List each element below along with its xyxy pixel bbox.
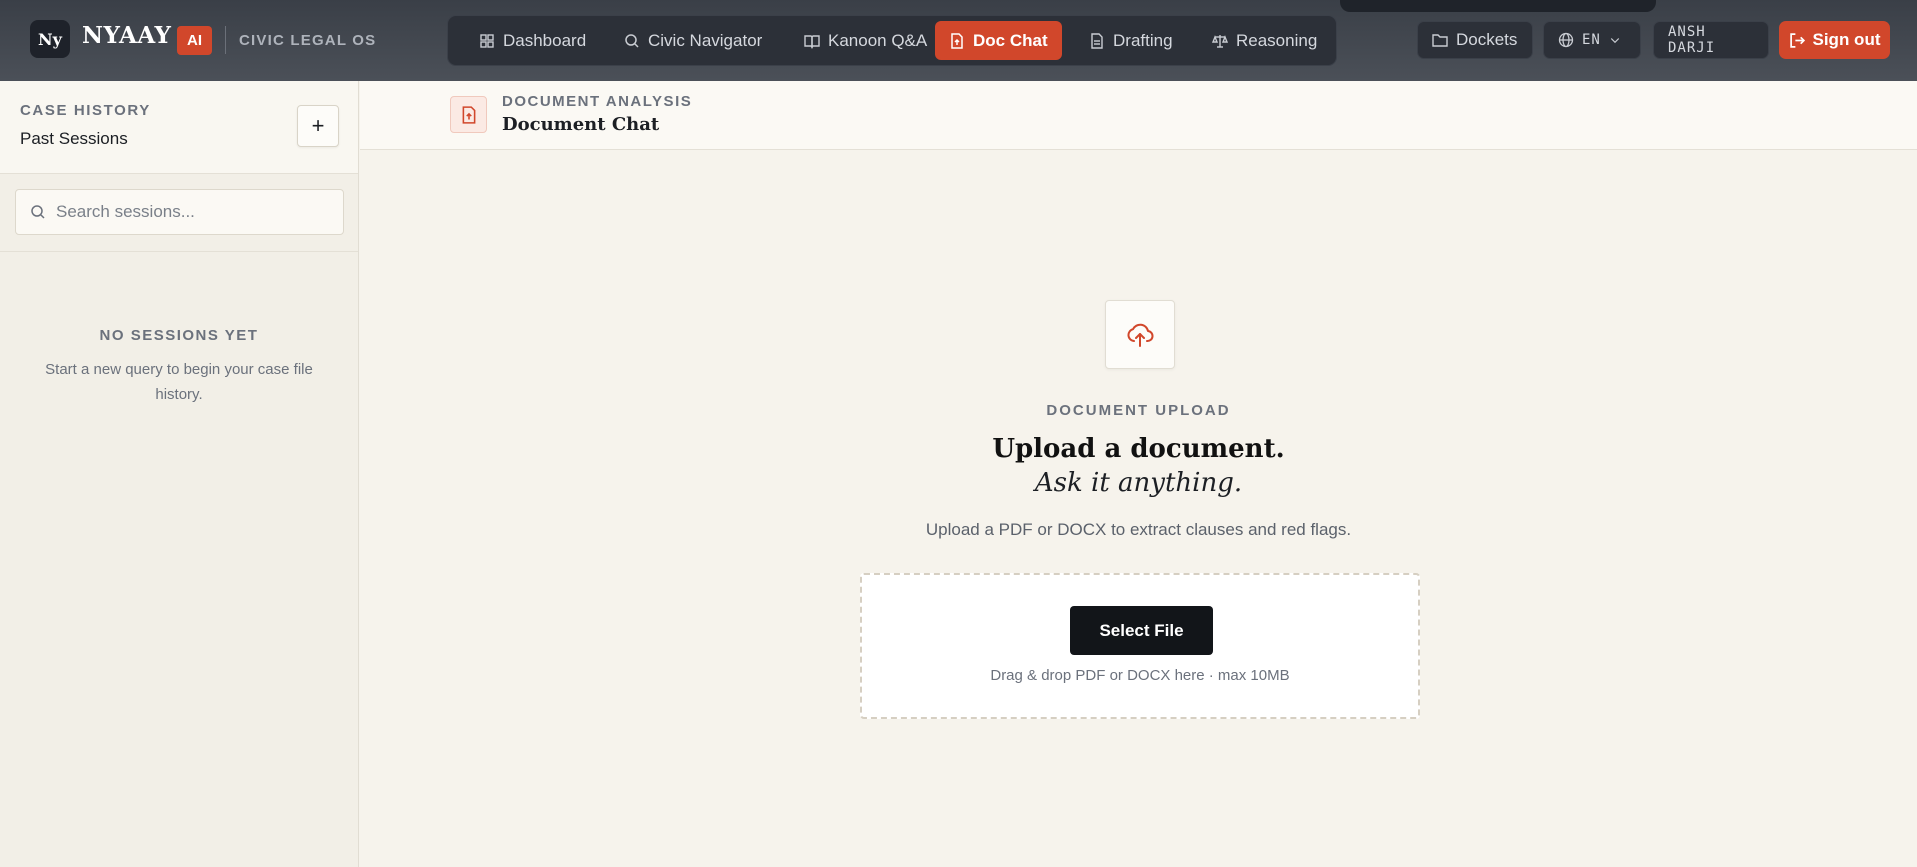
sign-out-icon — [1789, 32, 1805, 48]
globe-icon — [1558, 32, 1574, 48]
cloud-upload-icon — [1127, 323, 1154, 347]
nav-civic-navigator[interactable]: Civic Navigator — [610, 21, 776, 60]
nav-label: Doc Chat — [973, 30, 1048, 50]
language-select[interactable]: EN — [1543, 21, 1641, 59]
nav-kanoon-qa[interactable]: Kanoon Q&A — [790, 21, 941, 60]
brand-name[interactable]: NYAAY — [82, 22, 171, 49]
brand-subtitle: CIVIC LEGAL OS — [239, 32, 377, 49]
nav-label: Dashboard — [503, 30, 587, 50]
sidebar-kicker: CASE HISTORY — [20, 102, 151, 119]
grid-icon — [480, 33, 494, 48]
session-search-input[interactable] — [56, 202, 326, 222]
file-dropzone[interactable]: Select File Drag & drop PDF or DOCX here… — [860, 573, 1420, 719]
chevron-down-icon — [1610, 38, 1620, 44]
upload-kicker: DOCUMENT UPLOAD — [1046, 402, 1231, 419]
nav-label: Drafting — [1113, 30, 1173, 50]
brand-divider — [225, 26, 226, 54]
nav-label: Reasoning — [1236, 30, 1318, 50]
sign-out-label: Sign out — [1812, 30, 1881, 49]
language-value: EN — [1582, 32, 1601, 48]
select-file-button[interactable]: Select File — [1070, 606, 1213, 655]
document-icon — [450, 96, 487, 133]
search-icon — [625, 33, 639, 48]
dockets-button[interactable]: Dockets — [1417, 21, 1533, 59]
dropzone-hint: Drag & drop PDF or DOCX here · max 10MB — [990, 667, 1290, 684]
folder-icon — [1432, 34, 1448, 47]
new-session-button[interactable]: + — [297, 105, 339, 147]
nav-label: Civic Navigator — [648, 30, 763, 50]
scale-icon — [1212, 34, 1228, 48]
nav-dashboard[interactable]: Dashboard — [465, 21, 600, 60]
empty-state-title: NO SESSIONS YET — [99, 327, 259, 344]
file-upload-icon — [462, 105, 475, 124]
file-text-icon — [1091, 32, 1103, 49]
ai-badge: AI — [177, 26, 212, 55]
empty-state-description: Start a new query to begin your case fil… — [45, 361, 313, 403]
file-upload-icon — [951, 32, 963, 49]
main-nav: Dashboard Civic Navigator Kanoon Q&A Doc… — [447, 15, 1337, 66]
user-name: ANSH DARJI — [1668, 24, 1716, 56]
page-title: Document Chat — [502, 114, 660, 135]
sign-out-button[interactable]: Sign out — [1779, 21, 1890, 59]
book-icon — [804, 34, 820, 49]
upload-description: Upload a PDF or DOCX to extract clauses … — [925, 520, 1352, 539]
sidebar-title: Past Sessions — [20, 129, 128, 148]
content-header: DOCUMENT ANALYSIS Document Chat — [360, 81, 1917, 150]
upload-subtitle: Ask it anything. — [1034, 468, 1243, 498]
nav-doc-chat[interactable]: Doc Chat — [935, 21, 1062, 60]
dockets-label: Dockets — [1456, 30, 1518, 49]
logo-mark[interactable]: Ny — [30, 20, 70, 58]
header-kicker: DOCUMENT ANALYSIS — [502, 93, 693, 110]
search-icon — [31, 205, 45, 219]
upload-icon-box — [1105, 300, 1175, 369]
nav-label: Kanoon Q&A — [828, 30, 928, 50]
user-badge[interactable]: ANSH DARJI — [1653, 21, 1769, 59]
upload-title: Upload a document. — [992, 434, 1285, 464]
nav-reasoning[interactable]: Reasoning — [1198, 21, 1331, 60]
nav-drafting[interactable]: Drafting — [1075, 21, 1187, 60]
top-bar: Ny NYAAY AI CIVIC LEGAL OS Dashboard Civ… — [0, 0, 1917, 81]
sidebar-header: CASE HISTORY Past Sessions + — [0, 81, 358, 174]
session-search[interactable] — [15, 189, 344, 235]
top-notch — [1340, 0, 1656, 12]
